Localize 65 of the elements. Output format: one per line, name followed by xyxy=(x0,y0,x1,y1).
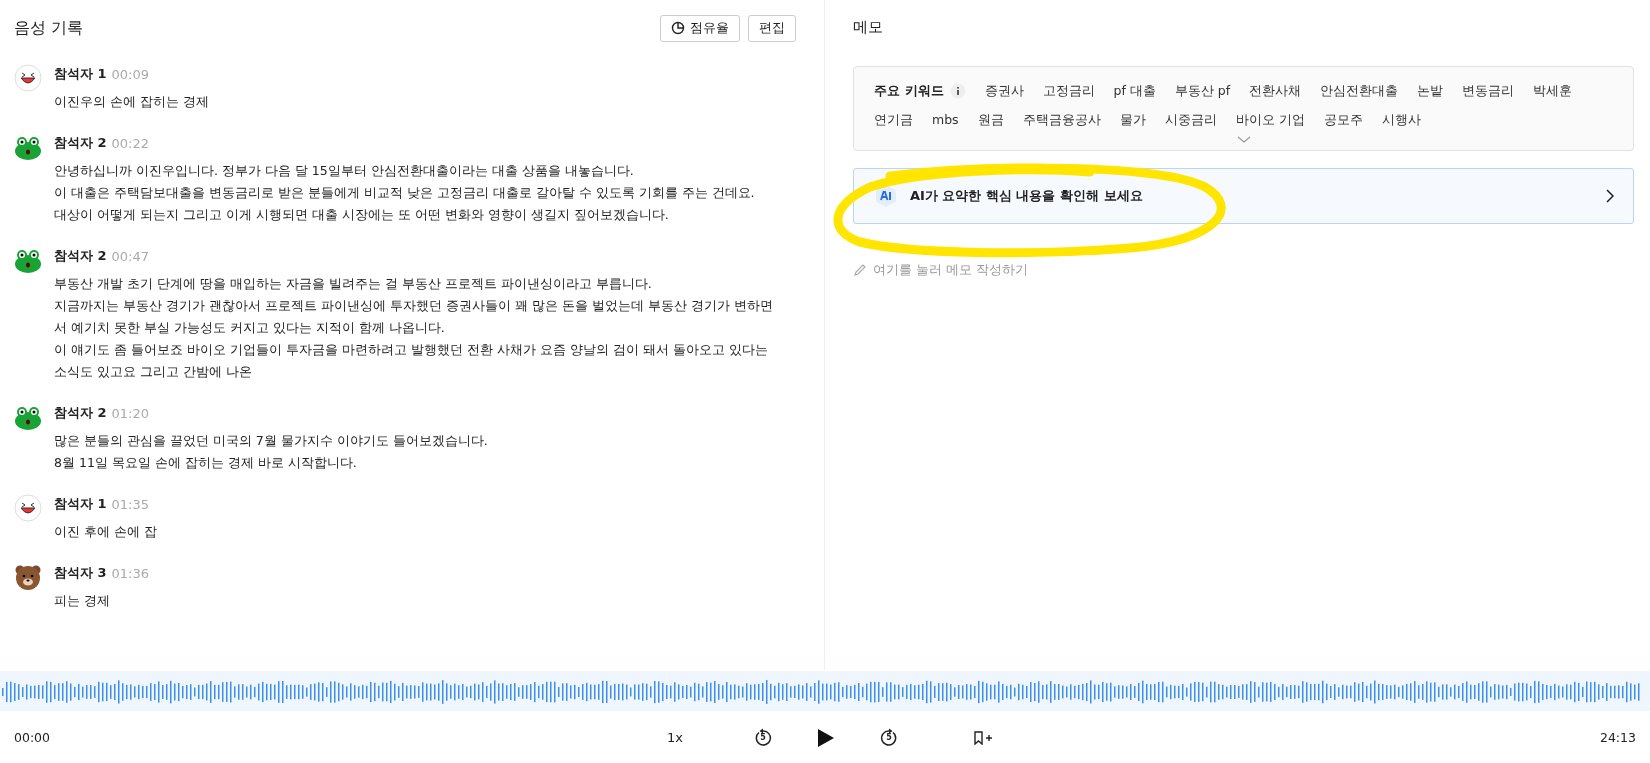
keyword-tag[interactable]: 공모주 xyxy=(1323,110,1363,130)
timestamp: 01:35 xyxy=(111,496,150,512)
play-button[interactable] xyxy=(817,727,835,748)
keyword-tag[interactable]: 원금 xyxy=(977,110,1004,130)
transcript-text: 이 대출은 주택담보대출을 변동금리로 받은 분들에게 비교적 낮은 고정금리 대출로 갈아탈 수 있도록 기회를 주는 건데요. xyxy=(54,184,756,202)
timestamp: 00:47 xyxy=(111,248,150,264)
timestamp: 01:36 xyxy=(111,565,150,581)
panel-title: 메모 xyxy=(853,17,884,38)
chevron-right-icon xyxy=(1605,189,1615,203)
keyword-tag[interactable]: 증권사 xyxy=(984,81,1024,101)
waveform-drawing[interactable] xyxy=(0,671,1650,711)
laughing-face-avatar xyxy=(14,494,42,522)
speaker-name: 참석자 2 xyxy=(54,134,107,152)
transcript-text: 안녕하십니까 이진우입니다. 정부가 다음 달 15일부터 안심전환대출이라는 대출 상품을 내놓습니다. xyxy=(54,162,635,180)
panel-title: 음성 기록 xyxy=(14,17,84,39)
transcript-text: 지금까지는 부동산 경기가 괜찮아서 프로젝트 파이낸싱에 투자했던 증권사들이 꽤 많은 돈을 벌었는데 부동산 경기가 변하면서 예기치 못한 부실 가능성도 커지고 있다는 지적이 함께 나옵니다. xyxy=(54,297,774,337)
speaker-name: 참석자 1 xyxy=(54,495,107,513)
timestamp: 00:22 xyxy=(111,135,150,151)
speaker-name: 참석자 2 xyxy=(54,404,107,422)
keyword-tag[interactable]: 고정금리 xyxy=(1042,81,1095,101)
keyword-tag[interactable]: 주택금융공사 xyxy=(1022,110,1101,130)
pie-chart-icon xyxy=(671,21,685,35)
laughing-face-avatar xyxy=(14,64,42,92)
keywords-label: 주요 키워드 xyxy=(874,82,944,100)
fast-forward-button[interactable]: 5 xyxy=(879,727,899,748)
rewind-button[interactable]: 5 xyxy=(753,727,773,748)
share-button[interactable]: 점유율 xyxy=(660,14,740,42)
ai-badge-icon xyxy=(874,184,898,208)
speaker-name: 참석자 3 xyxy=(54,564,107,582)
current-time: 00:00 xyxy=(14,730,51,745)
transcript-text: 이 얘기도 좀 들어보죠 바이오 기업들이 투자금을 마련하려고 발행했던 전환 사채가 요즘 양날의 검이 돼서 돌아오고 있다는 소식도 있고요 그리고 간밤에 나온 xyxy=(54,341,769,381)
keyword-tag[interactable]: mbs xyxy=(932,110,959,130)
keyword-tag[interactable]: 안심전환대출 xyxy=(1320,81,1399,101)
transcript-text: 이진우의 손에 잡히는 경제 xyxy=(54,93,210,111)
total-time: 24:13 xyxy=(1599,730,1636,745)
expand-chevron-icon[interactable] xyxy=(1235,134,1252,144)
transcript-text: 이진 후에 손에 잡 xyxy=(54,523,158,541)
keyword-tag[interactable]: 변동금리 xyxy=(1462,81,1515,101)
keyword-tag[interactable]: 바이오 기업 xyxy=(1235,110,1305,130)
transcript-text: 피는 경제 xyxy=(54,592,111,610)
keyword-tag[interactable]: 박세훈 xyxy=(1533,81,1573,101)
keyword-tag[interactable]: 시중금리 xyxy=(1164,110,1217,130)
transcript-text: 8월 11일 목요일 손에 잡히는 경제 바로 시작합니다. xyxy=(54,454,358,472)
bear-face-avatar xyxy=(14,563,42,591)
ai-summary-banner[interactable]: AI가 요약한 핵심 내용을 확인해 보세요 xyxy=(853,168,1634,224)
keyword-tag[interactable]: 전환사채 xyxy=(1249,81,1302,101)
pencil-icon xyxy=(853,263,867,277)
info-icon[interactable] xyxy=(949,83,966,99)
transcript-text: 부동산 개발 초기 단계에 땅을 매입하는 자금을 빌려주는 걸 부동산 프로젝트 파이낸싱이라고 부릅니다. xyxy=(54,275,653,293)
transcript-text: 많은 분들의 관심을 끌었던 미국의 7월 물가지수 이야기도 들어보겠습니다. xyxy=(54,432,489,450)
speaker-name: 참석자 1 xyxy=(54,65,107,83)
timestamp: 00:09 xyxy=(111,66,150,82)
edit-button[interactable]: 편집 xyxy=(748,14,796,42)
play-icon xyxy=(817,727,835,748)
transcript-text: 대상이 어떻게 되는지 그리고 이게 시행되면 대출 시장에는 또 어떤 변화와 영향이 생길지 짚어보겠습니다. xyxy=(54,206,670,224)
keyword-tag[interactable]: 연기금 xyxy=(874,110,913,130)
keyword-tag[interactable]: 논밭 xyxy=(1417,81,1444,101)
add-bookmark-button[interactable] xyxy=(973,730,993,745)
playback-speed-button[interactable]: 1x xyxy=(667,730,683,745)
timestamp: 01:20 xyxy=(111,405,150,421)
keyword-tag[interactable]: 물가 xyxy=(1119,110,1146,130)
keyword-tag[interactable]: pf 대출 xyxy=(1113,81,1156,101)
keyword-tag[interactable]: 시행사 xyxy=(1381,110,1421,130)
keyword-tag[interactable]: 부동산 pf xyxy=(1174,81,1231,101)
speaker-name: 참석자 2 xyxy=(54,247,107,265)
